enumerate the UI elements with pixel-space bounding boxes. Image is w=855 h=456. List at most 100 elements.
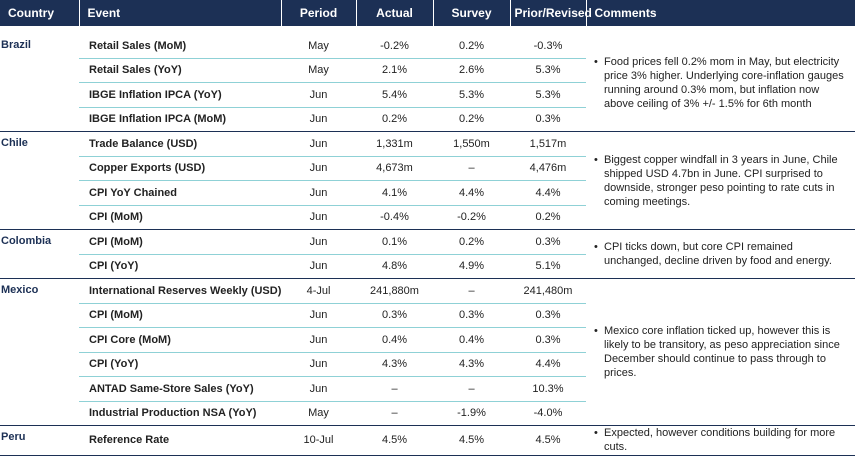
survey-cell: 0.2% bbox=[433, 34, 510, 59]
country-cell-peru: Peru bbox=[0, 425, 79, 456]
prior-cell: 4.4% bbox=[510, 352, 586, 377]
survey-cell: – bbox=[433, 376, 510, 402]
actual-cell: 241,880m bbox=[356, 278, 433, 304]
prior-cell: 5.1% bbox=[510, 254, 586, 279]
event-cell: International Reserves Weekly (USD) bbox=[79, 278, 281, 304]
event-cell: CPI (MoM) bbox=[79, 303, 281, 328]
actual-cell: 2.1% bbox=[356, 58, 433, 83]
event-cell: Industrial Production NSA (YoY) bbox=[79, 401, 281, 426]
actual-cell: 5.4% bbox=[356, 82, 433, 108]
comment-text: Food prices fell 0.2% mom in May, but el… bbox=[604, 55, 844, 110]
actual-cell: 0.3% bbox=[356, 303, 433, 328]
actual-cell: 0.1% bbox=[356, 229, 433, 255]
comment-cell-colombia: • CPI ticks down, but core CPI remained u… bbox=[586, 229, 855, 279]
prior-cell: 10.3% bbox=[510, 376, 586, 402]
table-row: Mexico International Reserves Weekly (USD… bbox=[0, 278, 855, 426]
period-cell: Jun bbox=[281, 303, 356, 328]
comment-cell-brazil: • Food prices fell 0.2% mom in May, but e… bbox=[586, 34, 855, 132]
event-cell: CPI (YoY) bbox=[79, 352, 281, 377]
prior-cell: 4,476m bbox=[510, 156, 586, 181]
actual-cell: 0.2% bbox=[356, 107, 433, 132]
table-body: Brazil Retail Sales (MoM) May -0.2% 0.2% -0.3… bbox=[0, 26, 855, 456]
period-cell: Jun bbox=[281, 107, 356, 132]
event-cell: Copper Exports (USD) bbox=[79, 156, 281, 181]
prior-cell: 0.2% bbox=[510, 205, 586, 230]
actual-cell: – bbox=[356, 376, 433, 402]
header-survey: Survey bbox=[433, 0, 511, 26]
actual-cell: -0.2% bbox=[356, 34, 433, 59]
prior-cell: 5.3% bbox=[510, 82, 586, 108]
bullet-icon: • bbox=[594, 427, 598, 440]
comment-bullet-item: • Food prices fell 0.2% mom in May, but e… bbox=[594, 55, 851, 111]
period-cell: 10-Jul bbox=[281, 425, 356, 456]
survey-cell: – bbox=[433, 278, 510, 304]
survey-cell: 0.4% bbox=[433, 327, 510, 353]
survey-cell: 4.3% bbox=[433, 352, 510, 377]
prior-cell: 0.3% bbox=[510, 229, 586, 255]
actual-cell: 4.5% bbox=[356, 425, 433, 456]
header-actual: Actual bbox=[356, 0, 434, 26]
event-cell: IBGE Inflation IPCA (MoM) bbox=[79, 107, 281, 132]
actual-cell: 0.4% bbox=[356, 327, 433, 353]
comment-bullet-item: • CPI ticks down, but core CPI remained u… bbox=[594, 240, 851, 268]
economic-data-table: Country Event Period Actual Survey Prior… bbox=[0, 0, 855, 456]
actual-cell: -0.4% bbox=[356, 205, 433, 230]
country-cell-brazil: Brazil bbox=[0, 34, 79, 132]
period-cell: Jun bbox=[281, 229, 356, 255]
comment-cell-peru: • Expected, however conditions building f… bbox=[586, 425, 855, 456]
bullet-icon: • bbox=[594, 325, 598, 337]
period-cell: Jun bbox=[281, 352, 356, 377]
header-country: Country bbox=[0, 0, 80, 26]
header-prior-revised: Prior/Revised bbox=[510, 0, 592, 26]
prior-cell: 5.3% bbox=[510, 58, 586, 83]
event-cell: CPI Core (MoM) bbox=[79, 327, 281, 353]
survey-cell: 0.3% bbox=[433, 303, 510, 328]
survey-cell: – bbox=[433, 156, 510, 181]
comment-bullet-item: • Mexico core inflation ticked up, howeve… bbox=[594, 324, 851, 380]
actual-cell: – bbox=[356, 401, 433, 426]
comment-cell-mexico: • Mexico core inflation ticked up, howeve… bbox=[586, 278, 855, 426]
actual-cell: 4.3% bbox=[356, 352, 433, 377]
survey-cell: 1,550m bbox=[433, 131, 510, 157]
country-cell-mexico: Mexico bbox=[0, 278, 79, 426]
prior-cell: 1,517m bbox=[510, 131, 586, 157]
survey-cell: -0.2% bbox=[433, 205, 510, 230]
country-cell-chile: Chile bbox=[0, 131, 79, 230]
prior-cell: 0.3% bbox=[510, 107, 586, 132]
survey-cell: 4.4% bbox=[433, 180, 510, 206]
prior-cell: 241,480m bbox=[510, 278, 586, 304]
prior-cell: 0.3% bbox=[510, 303, 586, 328]
event-cell: Trade Balance (USD) bbox=[79, 131, 281, 157]
survey-cell: 5.3% bbox=[433, 82, 510, 108]
header-spacer bbox=[0, 26, 855, 34]
period-cell: Jun bbox=[281, 131, 356, 157]
comment-text: Biggest copper windfall in 3 years in Ju… bbox=[604, 153, 838, 208]
period-cell: Jun bbox=[281, 327, 356, 353]
period-cell: Jun bbox=[281, 376, 356, 402]
comment-text: Mexico core inflation ticked up, however… bbox=[604, 325, 840, 379]
period-cell: May bbox=[281, 58, 356, 83]
period-cell: 4-Jul bbox=[281, 278, 356, 304]
actual-cell: 4.1% bbox=[356, 180, 433, 206]
prior-cell: 4.4% bbox=[510, 180, 586, 206]
period-cell: May bbox=[281, 401, 356, 426]
actual-cell: 1,331m bbox=[356, 131, 433, 157]
period-cell: Jun bbox=[281, 205, 356, 230]
event-cell: Retail Sales (MoM) bbox=[79, 34, 281, 59]
event-cell: CPI (MoM) bbox=[79, 205, 281, 230]
prior-cell: 4.5% bbox=[510, 425, 586, 456]
period-cell: Jun bbox=[281, 156, 356, 181]
survey-cell: 0.2% bbox=[433, 107, 510, 132]
bullet-icon: • bbox=[594, 153, 598, 166]
table-row: Peru Reference Rate 10-Jul 4.5% 4.5% 4.5% • Exp… bbox=[0, 425, 855, 456]
survey-cell: 4.9% bbox=[433, 254, 510, 279]
event-cell: Retail Sales (YoY) bbox=[79, 58, 281, 83]
period-cell: Jun bbox=[281, 180, 356, 206]
actual-cell: 4.8% bbox=[356, 254, 433, 279]
event-cell: ANTAD Same-Store Sales (YoY) bbox=[79, 376, 281, 402]
prior-cell: 0.3% bbox=[510, 327, 586, 353]
table-row: Brazil Retail Sales (MoM) May -0.2% 0.2% -0.3… bbox=[0, 34, 855, 132]
survey-cell: 4.5% bbox=[433, 425, 510, 456]
country-cell-colombia: Colombia bbox=[0, 229, 79, 279]
bullet-icon: • bbox=[594, 241, 598, 253]
